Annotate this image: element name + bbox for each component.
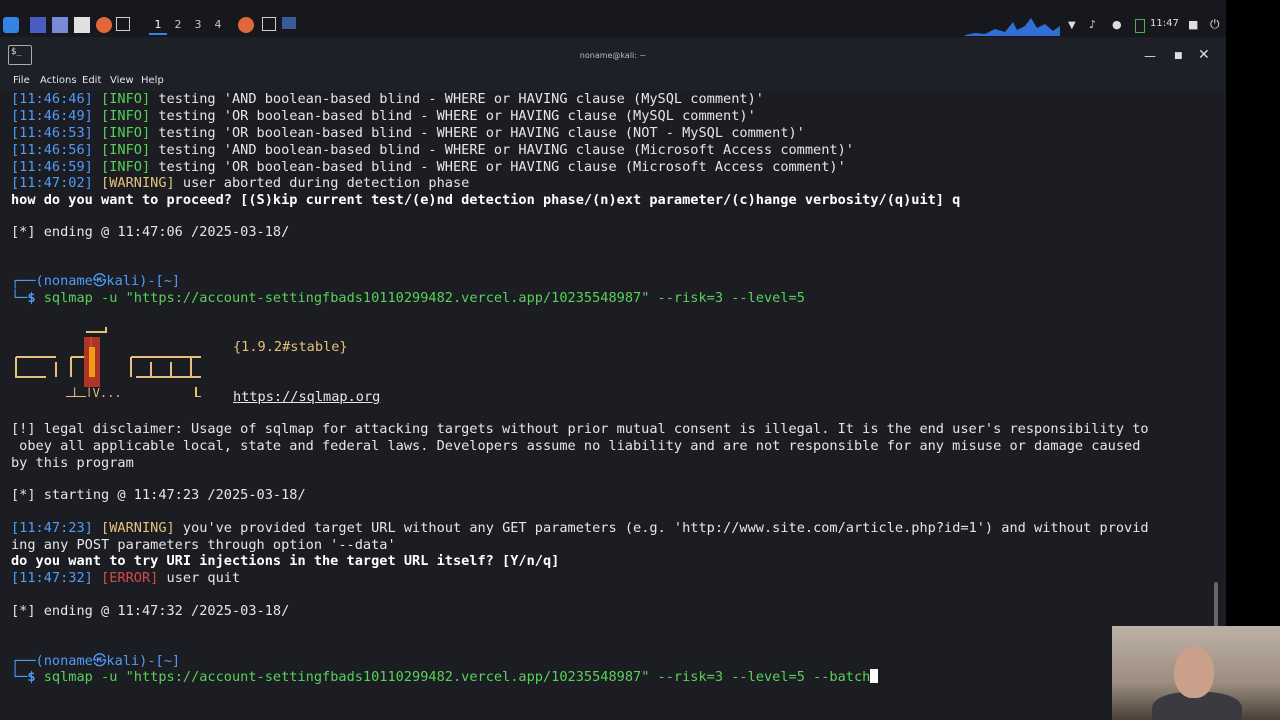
proceed-prompt: how do you want to proceed? [(S)kip curr…	[11, 192, 961, 208]
workspace-1[interactable]: 1	[149, 17, 167, 35]
menu-actions[interactable]: Actions	[40, 75, 77, 86]
log-text: user quit	[158, 570, 241, 586]
timestamp: [11:46:59]	[11, 159, 93, 175]
terminal-window: $_ noname@kali: ~ — ■ ✕ File Actions Edi…	[0, 37, 1226, 720]
window-title: noname@kali: ~	[579, 51, 647, 60]
disclaimer-line: [!] legal disclaimer: Usage of sqlmap fo…	[11, 421, 1149, 437]
timestamp: [11:47:23]	[11, 520, 93, 536]
disclaimer-line: obey all applicable local, state and fed…	[11, 438, 1141, 454]
menu-file[interactable]: File	[13, 75, 30, 86]
log-tag: [INFO]	[101, 159, 151, 175]
timestamp: [11:46:53]	[11, 125, 93, 141]
sqlmap-version: {1.9.2#stable}	[233, 339, 348, 355]
workspace-4[interactable]: 4	[209, 17, 227, 33]
log-text: testing 'OR boolean-based blind - WHERE …	[150, 159, 846, 175]
files-icon[interactable]	[52, 17, 68, 33]
log-line: [11:46:46] [INFO] testing 'AND boolean-b…	[11, 91, 764, 108]
command-text: sqlmap -u "https://account-settingfbads1…	[43, 669, 871, 685]
webcam-overlay	[1112, 626, 1280, 720]
log-tag: [INFO]	[101, 108, 151, 124]
menu-view[interactable]: View	[110, 75, 134, 86]
log-line: [11:46:59] [INFO] testing 'OR boolean-ba…	[11, 159, 846, 176]
starting-line: [*] starting @ 11:47:23 /2025-03-18/	[11, 487, 306, 503]
log-line: [11:46:53] [INFO] testing 'OR boolean-ba…	[11, 125, 805, 142]
top-panel: 1 2 3 4 ▼ ♪ ● 11:47 ■ ⏻	[0, 0, 1226, 37]
log-tag: [INFO]	[101, 91, 151, 107]
prompt-corner: └─	[11, 290, 28, 306]
title-bar[interactable]: $_ noname@kali: ~ — ■ ✕	[0, 37, 1226, 73]
timestamp: [11:47:02]	[11, 175, 93, 191]
close-icon[interactable]: ✕	[1198, 47, 1210, 63]
log-tag: [INFO]	[101, 125, 151, 141]
timestamp: [11:46:56]	[11, 142, 93, 158]
kali-menu-icon[interactable]	[3, 17, 19, 33]
terminal-launcher-icon[interactable]	[116, 17, 130, 31]
sqlmap-url-link[interactable]: https://sqlmap.org	[233, 389, 380, 406]
firefox-task-icon[interactable]	[238, 17, 254, 33]
workspace-3[interactable]: 3	[189, 17, 207, 33]
person-head	[1174, 646, 1214, 698]
workspace-2[interactable]: 2	[169, 17, 187, 33]
ending-line: [*] ending @ 11:47:32 /2025-03-18/	[11, 603, 290, 619]
log-tag: [WARNING]	[101, 175, 175, 191]
firefox-icon[interactable]	[96, 17, 112, 33]
terminal-task-icon[interactable]	[262, 17, 276, 31]
log-tag: [INFO]	[101, 142, 151, 158]
text-cursor	[870, 669, 879, 683]
shell-prompt-header: ┌──(noname㉿kali)-[~]	[11, 273, 181, 289]
warning-line-cont: ing any POST parameters through option '…	[11, 537, 396, 553]
timestamp: [11:46:49]	[11, 108, 93, 124]
command-text: sqlmap -u "https://account-settingfbads1…	[43, 290, 805, 306]
log-line: [11:46:49] [INFO] testing 'OR boolean-ba…	[11, 108, 756, 125]
prompt-dollar: $	[27, 669, 36, 685]
timestamp: [11:47:32]	[11, 570, 93, 586]
window-task-icon[interactable]	[282, 17, 296, 29]
error-line: [11:47:32] [ERROR] user quit	[11, 570, 240, 587]
clock[interactable]: 11:47	[1150, 18, 1179, 29]
editor-icon[interactable]	[74, 17, 90, 33]
log-text: testing 'AND boolean-based blind - WHERE…	[150, 142, 854, 158]
prompt-corner: └─	[11, 669, 28, 685]
log-tag: [ERROR]	[101, 570, 159, 586]
power-icon[interactable]: ⏻	[1210, 17, 1220, 32]
cpu-graph-icon	[965, 18, 1060, 36]
command-line: └─$ sqlmap -u "https://account-settingfb…	[11, 290, 805, 307]
timestamp: [11:46:46]	[11, 91, 93, 107]
log-line: [11:46:56] [INFO] testing 'AND boolean-b…	[11, 142, 854, 159]
minimize-icon[interactable]: —	[1144, 49, 1156, 63]
lock-icon[interactable]: ■	[1188, 18, 1198, 31]
svg-text:|_|V...: |_|V...	[71, 386, 122, 397]
warning-line: [11:47:23] [WARNING] you've provided tar…	[11, 520, 1149, 537]
menu-bar: File Actions Edit View Help	[0, 73, 1226, 91]
log-text: user aborted during detection phase	[174, 175, 470, 191]
disclaimer-line: by this program	[11, 455, 134, 471]
sqlmap-logo: |_|V...	[15, 327, 201, 397]
log-tag: [WARNING]	[101, 520, 175, 536]
volume-icon[interactable]: ♪	[1089, 18, 1096, 31]
battery-icon[interactable]	[1135, 19, 1145, 33]
log-text: testing 'OR boolean-based blind - WHERE …	[150, 108, 756, 124]
uri-prompt: do you want to try URI injections in the…	[11, 553, 560, 569]
menu-edit[interactable]: Edit	[82, 75, 101, 86]
menu-help[interactable]: Help	[141, 75, 164, 86]
prompt-dollar: $	[27, 290, 36, 306]
desktop-icon[interactable]	[30, 17, 46, 33]
log-line: [11:47:02] [WARNING] user aborted during…	[11, 175, 469, 192]
shell-prompt-header: ┌──(noname㉿kali)-[~]	[11, 653, 181, 669]
log-text: testing 'AND boolean-based blind - WHERE…	[150, 91, 764, 107]
log-text: testing 'OR boolean-based blind - WHERE …	[150, 125, 805, 141]
command-line[interactable]: └─$ sqlmap -u "https://account-settingfb…	[11, 669, 879, 686]
maximize-icon[interactable]: ■	[1174, 51, 1183, 61]
terminal-output[interactable]: [11:46:46] [INFO] testing 'AND boolean-b…	[11, 91, 1212, 720]
ending-line: [*] ending @ 11:47:06 /2025-03-18/	[11, 224, 290, 240]
network-icon[interactable]: ▼	[1068, 20, 1076, 31]
notification-icon[interactable]: ●	[1112, 18, 1122, 31]
log-text: you've provided target URL without any G…	[174, 520, 1149, 536]
